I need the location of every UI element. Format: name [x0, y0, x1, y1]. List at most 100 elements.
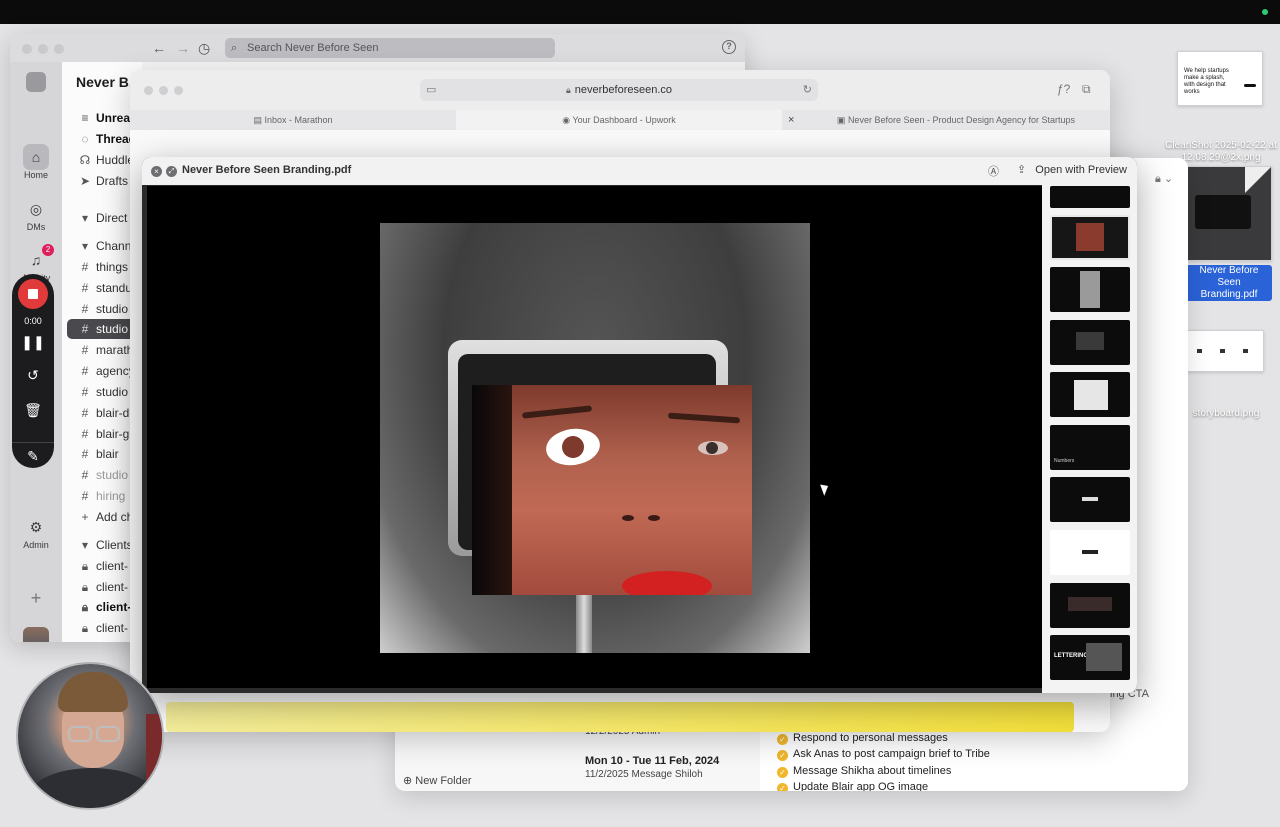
lock-icon[interactable]: 🔒︎ ⌄: [1155, 172, 1173, 186]
channel-item[interactable]: # hiring: [78, 486, 126, 506]
rail-home[interactable]: ⌂ Home: [10, 144, 62, 180]
search-input[interactable]: ⌕ Search Never Before Seen: [225, 38, 555, 58]
face-image: [472, 385, 752, 595]
restart-icon[interactable]: ↺: [12, 367, 54, 384]
slack-titlebar: ← → ◷ ⌕ Search Never Before Seen ?: [10, 34, 745, 62]
check-icon: ✓: [777, 734, 788, 745]
section-clients[interactable]: ▾ Clients: [78, 535, 133, 555]
fullscreen-icon[interactable]: ⤢: [166, 166, 177, 177]
tab-label: Never Before Seen - Product Design Agenc…: [847, 115, 1076, 125]
task-label: Update Blair app OG image: [793, 781, 929, 791]
channel-item[interactable]: # blair: [78, 444, 119, 464]
channel-label: studio: [96, 468, 129, 482]
minimize-dot[interactable]: [159, 86, 168, 95]
zoom-dot[interactable]: [174, 86, 183, 95]
page-thumbnail[interactable]: [1050, 186, 1130, 208]
back-arrow-icon[interactable]: ←: [152, 40, 166, 56]
markup-icon[interactable]: Ⓐ: [988, 163, 999, 179]
activity-badge: 2: [42, 244, 54, 256]
webcam-bubble[interactable]: [16, 662, 164, 810]
page-thumbnail[interactable]: [1050, 215, 1130, 260]
pen-icon[interactable]: ✎: [12, 442, 54, 468]
task-item[interactable]: ✓ Respond to personal messages: [777, 730, 948, 746]
channel-item[interactable]: # studio: [78, 299, 128, 319]
history-icon[interactable]: ◷: [198, 40, 210, 57]
rail-dms[interactable]: ◎ DMs: [10, 196, 62, 232]
extension-icon[interactable]: ƒ?: [1057, 82, 1070, 96]
channel-item[interactable]: # blair-g: [78, 424, 130, 444]
channel-item[interactable]: # studio: [78, 382, 128, 402]
page-thumbnail[interactable]: [1050, 372, 1130, 417]
thumbnail-sidebar[interactable]: Numbers LETTERING: [1042, 185, 1137, 693]
help-icon[interactable]: ?: [722, 40, 736, 54]
pdf-page: [380, 223, 810, 653]
task-item[interactable]: ✓ Message Shikha about timelines: [777, 763, 951, 779]
reload-icon[interactable]: ↻: [803, 79, 812, 101]
channel-item[interactable]: # studio: [78, 465, 128, 485]
page-thumbnail[interactable]: [1050, 267, 1130, 312]
hash-icon: #: [81, 281, 89, 295]
new-folder-label: New Folder: [415, 775, 472, 787]
sidebar-item-drafts[interactable]: ➤ Drafts: [78, 171, 128, 191]
plus-icon: +: [81, 510, 89, 524]
note-date[interactable]: Mon 10 - Tue 11 Feb, 2024: [585, 755, 719, 767]
note-subtitle[interactable]: 11/2/2025 Message Shiloh: [585, 769, 703, 780]
channel-item[interactable]: # agency: [78, 361, 135, 381]
workspace-logo[interactable]: [26, 72, 46, 92]
lips: [622, 571, 712, 595]
trash-icon[interactable]: 🗑︎: [12, 402, 54, 419]
desktop-file-4[interactable]: storyboard.png: [1186, 330, 1266, 420]
client-channel-item[interactable]: 🔒︎ client-: [78, 577, 128, 597]
tab-inbox[interactable]: ▤ Inbox - Marathon: [130, 110, 456, 130]
hash-icon: #: [81, 260, 89, 274]
channel-label: client-: [96, 559, 129, 573]
tabs-overview-icon[interactable]: ⧉: [1082, 82, 1091, 97]
channel-label: blair: [96, 447, 119, 461]
close-dot[interactable]: [22, 44, 32, 54]
channel-label: client-: [96, 621, 129, 635]
task-item[interactable]: ✓ Update Blair app OG image: [777, 779, 928, 791]
quicklook-toolbar: × ⤢ Never Before Seen Branding.pdf Ⓐ ⇪ O…: [142, 157, 1137, 185]
rail-admin[interactable]: ⚙ Admin: [10, 514, 62, 550]
page-thumbnail[interactable]: LETTERING: [1050, 635, 1130, 680]
page-thumbnail[interactable]: [1050, 320, 1130, 365]
shirt: [28, 768, 156, 808]
forward-arrow-icon[interactable]: →: [176, 40, 190, 56]
page-thumbnail[interactable]: [1050, 477, 1130, 522]
hash-icon: #: [81, 406, 89, 420]
search-icon: ⌕: [231, 42, 238, 54]
address-bar[interactable]: ▭ 🔒︎ neverbeforeseen.co ↻: [420, 79, 818, 101]
close-icon[interactable]: ×: [151, 166, 162, 177]
page-thumbnail[interactable]: Numbers: [1050, 425, 1130, 470]
desktop-file-1[interactable]: We help startups make a splash, with des…: [1177, 51, 1263, 106]
new-folder-button[interactable]: ⊕ New Folder: [403, 774, 472, 787]
minimize-dot[interactable]: [38, 44, 48, 54]
pause-icon[interactable]: ❚❚: [12, 334, 54, 351]
close-tab-icon[interactable]: ×: [788, 110, 794, 130]
stop-recording-button[interactable]: [18, 279, 48, 309]
client-channel-item[interactable]: 🔒︎ client-: [78, 597, 132, 617]
client-channel-item[interactable]: 🔒︎ client-: [78, 618, 128, 638]
client-channel-item[interactable]: 🔒︎ client-: [78, 556, 128, 576]
tab-never-before-seen[interactable]: ▣ Never Before Seen - Product Design Age…: [802, 110, 1110, 130]
close-dot[interactable]: [144, 86, 153, 95]
desktop-file-3[interactable]: Never Before Seen Branding.pdf: [1186, 166, 1272, 301]
zoom-dot[interactable]: [54, 44, 64, 54]
avatar[interactable]: [23, 627, 49, 642]
add-workspace-button[interactable]: +: [10, 588, 62, 609]
page-thumbnail[interactable]: [1050, 530, 1130, 575]
open-with-preview-button[interactable]: Open with Preview: [1035, 164, 1127, 176]
pdf-viewer[interactable]: [147, 186, 1042, 688]
share-icon[interactable]: ⇪: [1017, 163, 1026, 176]
channel-item[interactable]: # blair-d: [78, 403, 130, 423]
thumbnail-image: [1195, 195, 1251, 229]
channel-item[interactable]: # things: [78, 257, 128, 277]
page-thumbnail[interactable]: [1050, 583, 1130, 628]
rail-label: Home: [23, 170, 48, 180]
page-curl: [1245, 167, 1271, 193]
headphones-icon: ☊: [79, 153, 91, 167]
tab-upwork[interactable]: ◉ Your Dashboard - Upwork: [456, 110, 782, 130]
sidebar-icon[interactable]: ▭: [426, 79, 436, 101]
tab-icon: ◉: [562, 115, 573, 125]
task-item[interactable]: ✓ Ask Anas to post campaign brief to Trib…: [777, 746, 990, 762]
